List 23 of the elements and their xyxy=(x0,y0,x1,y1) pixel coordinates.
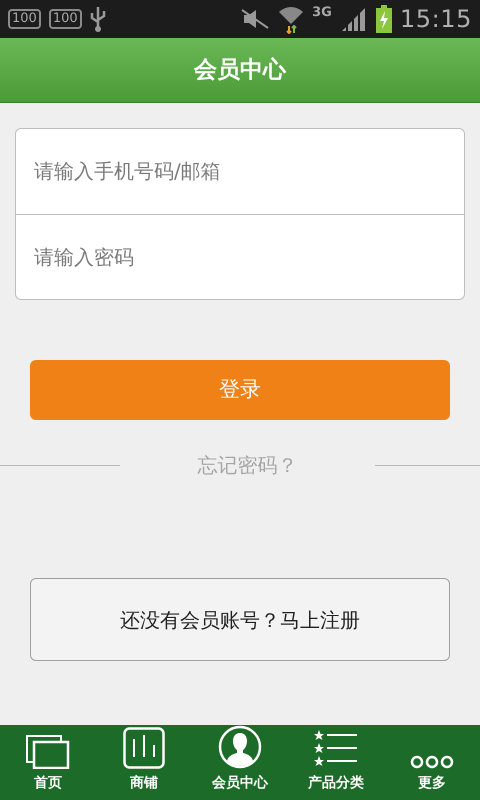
nav-tab[interactable]: 会员中心 xyxy=(192,725,288,800)
nav-tab[interactable]: 首页 xyxy=(0,725,96,800)
clock-time: 15:15 xyxy=(400,4,472,35)
input-field[interactable]: 请输入手机号码/邮箱 xyxy=(15,128,465,214)
battery-status-icon: 100 xyxy=(8,9,41,29)
wifi-icon xyxy=(278,4,304,34)
bar-chart-icon xyxy=(123,727,165,769)
more-icon xyxy=(410,755,454,769)
nav-tab[interactable]: 更多 xyxy=(384,725,480,800)
windows-icon xyxy=(26,735,70,769)
input-field[interactable]: 请输入密码 xyxy=(15,214,465,300)
nav-tab[interactable]: 产品分类 xyxy=(288,725,384,800)
register-button[interactable]: 还没有会员账号？马上注册 xyxy=(30,578,450,661)
mute-icon xyxy=(240,8,270,30)
user-avatar-icon xyxy=(218,725,262,769)
battery-charging-icon xyxy=(376,5,392,33)
nav-tab[interactable]: 商铺 xyxy=(96,725,192,800)
star-list-icon xyxy=(314,729,358,769)
network-type: 3G xyxy=(312,4,332,22)
page-title: 会员中心 xyxy=(194,56,286,85)
battery-status-icon: 100 xyxy=(48,9,82,29)
signal-icon xyxy=(340,7,368,31)
usb-icon xyxy=(90,5,106,33)
